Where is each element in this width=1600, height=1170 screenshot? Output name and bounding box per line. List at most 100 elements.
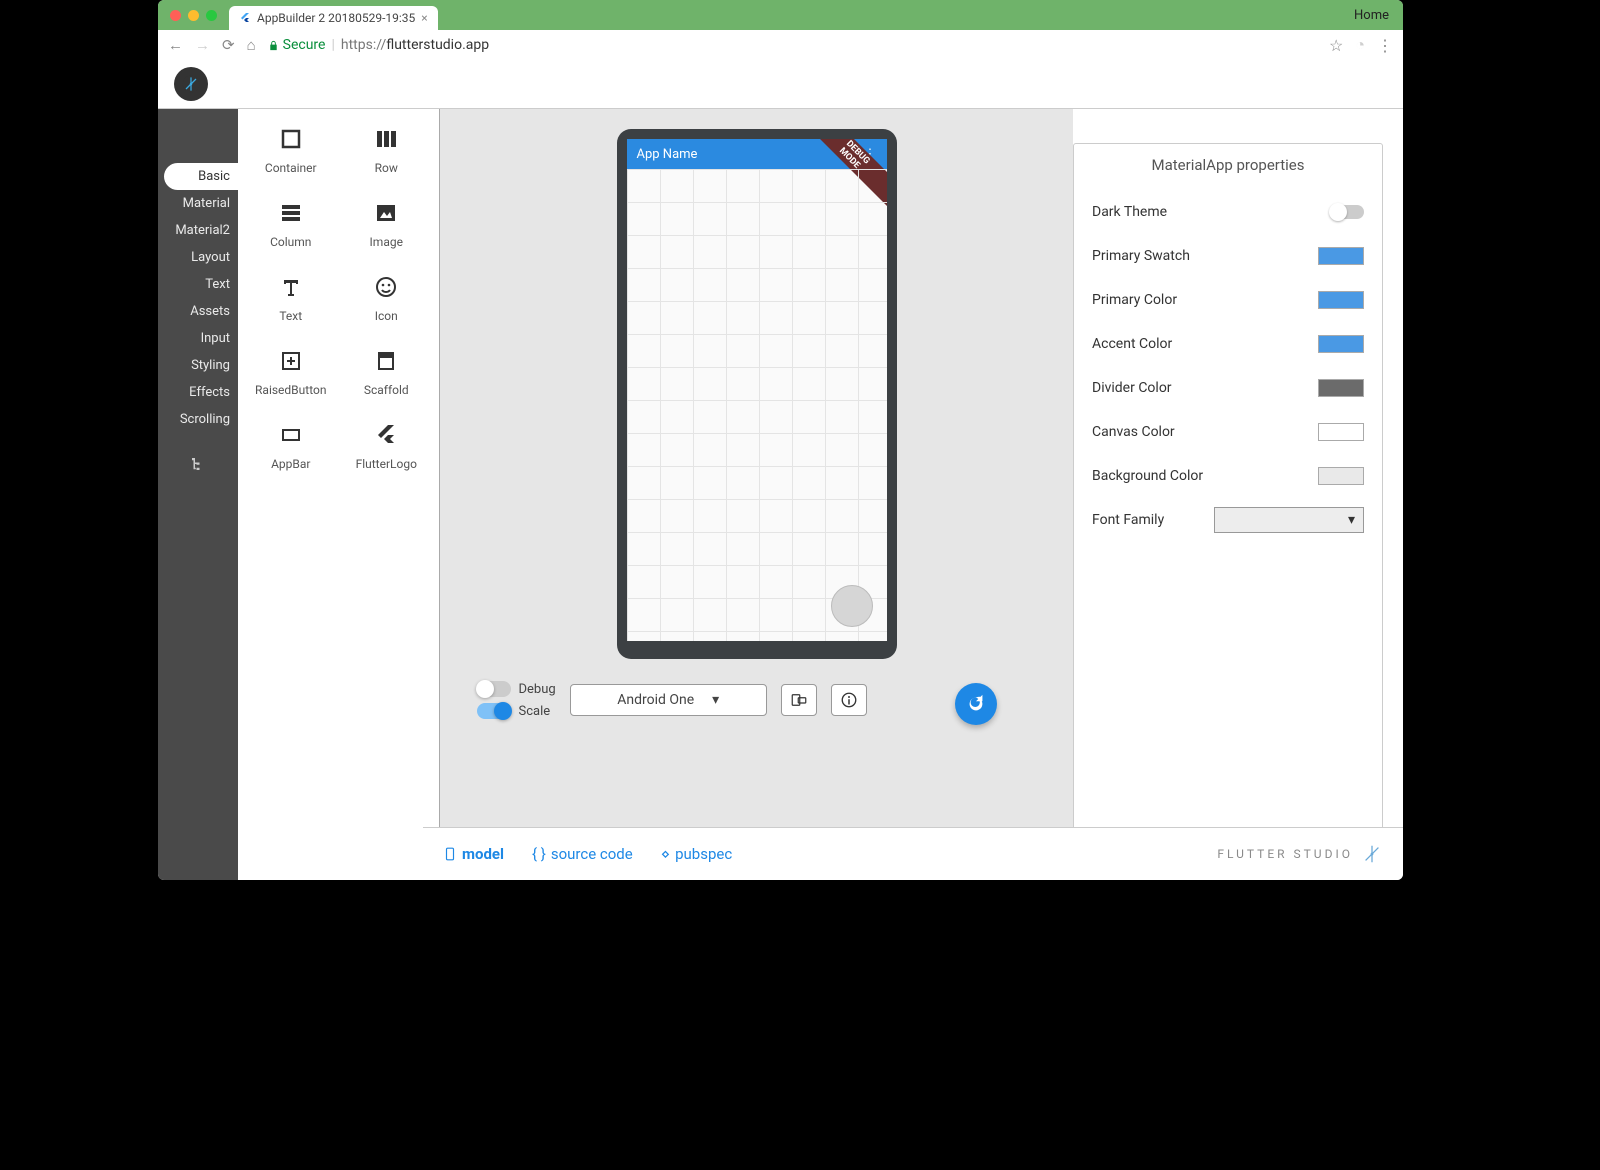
category-layout[interactable]: Layout	[158, 244, 238, 271]
primary-swatch-picker[interactable]	[1318, 247, 1364, 265]
category-effects[interactable]: Effects	[158, 379, 238, 406]
category-scrolling[interactable]: Scrolling	[158, 406, 238, 433]
maximize-window-icon[interactable]	[206, 10, 217, 21]
preview-app-title: App Name	[637, 147, 698, 162]
flutter-icon	[372, 421, 400, 449]
scale-label: Scale	[519, 704, 551, 719]
brand-label: FLUTTER STUDIO	[1217, 843, 1383, 865]
primary-color-picker[interactable]	[1318, 291, 1364, 309]
flutter-favicon-icon	[239, 12, 251, 24]
debug-label: Debug	[519, 682, 556, 697]
secure-badge: Secure	[268, 37, 326, 53]
back-button[interactable]: ←	[168, 36, 183, 54]
tag-icon: ⋄	[661, 845, 670, 863]
app-header	[158, 60, 1403, 109]
scale-toggle[interactable]	[477, 703, 511, 719]
preview-canvas: App Name ⋮ DEBUG MODE Debug	[440, 109, 1073, 880]
widget-text[interactable]: Text	[246, 273, 336, 323]
app-logo[interactable]	[174, 67, 208, 101]
category-input[interactable]: Input	[158, 325, 238, 352]
braces-icon: { }	[532, 845, 546, 863]
font-family-dropdown[interactable]: ▾	[1214, 507, 1364, 533]
extension-icon[interactable]: ◔	[1355, 35, 1365, 55]
home-link[interactable]: Home	[1354, 8, 1389, 23]
tab-model[interactable]: model	[443, 845, 504, 863]
category-material[interactable]: Material	[158, 190, 238, 217]
menu-icon[interactable]: ⋮	[1377, 36, 1393, 55]
compass-icon	[181, 74, 201, 94]
widget-column[interactable]: Column	[246, 199, 336, 249]
refresh-button[interactable]	[955, 683, 997, 725]
prop-background-color-label: Background Color	[1092, 468, 1203, 484]
device-frame: App Name ⋮ DEBUG MODE	[617, 129, 897, 659]
chevron-down-icon: ▾	[1348, 512, 1355, 528]
category-text[interactable]: Text	[158, 271, 238, 298]
reload-button[interactable]: ⟳	[222, 36, 235, 54]
device-screen[interactable]: App Name ⋮ DEBUG MODE	[627, 139, 887, 641]
category-basic[interactable]: Basic	[164, 163, 238, 190]
rotate-device-button[interactable]	[781, 684, 817, 716]
prop-font-family-label: Font Family	[1092, 512, 1164, 528]
rect-outline-icon	[277, 421, 305, 449]
minimize-window-icon[interactable]	[188, 10, 199, 21]
widget-icon[interactable]: Icon	[342, 273, 432, 323]
tree-icon[interactable]	[189, 455, 207, 473]
smile-icon	[372, 273, 400, 301]
tab-title: AppBuilder 2 20180529-19:35	[257, 11, 415, 25]
app-root: BasicMaterialMaterial2LayoutTextAssetsIn…	[158, 60, 1403, 880]
prop-divider-color-label: Divider Color	[1092, 380, 1172, 396]
rows-icon	[277, 199, 305, 227]
columns-icon	[372, 125, 400, 153]
text-icon	[277, 273, 305, 301]
browser-address-bar: ← → ⟳ ⌂ Secure | https://flutterstudio.a…	[158, 30, 1403, 61]
widget-appbar[interactable]: AppBar	[246, 421, 336, 471]
preview-fab[interactable]	[831, 585, 873, 627]
prop-primary-color-label: Primary Color	[1092, 292, 1177, 308]
divider-color-picker[interactable]	[1318, 379, 1364, 397]
forward-button[interactable]: →	[195, 36, 210, 54]
close-tab-icon[interactable]: ×	[421, 11, 427, 25]
url-text: https://flutterstudio.app	[341, 37, 489, 53]
browser-window: AppBuilder 2 20180529-19:35 × Home ← → ⟳…	[158, 0, 1403, 880]
compass-icon	[1361, 843, 1383, 865]
prop-canvas-color-label: Canvas Color	[1092, 424, 1175, 440]
category-material2[interactable]: Material2	[158, 217, 238, 244]
dark-theme-toggle[interactable]	[1330, 205, 1364, 219]
design-grid[interactable]	[627, 169, 887, 641]
prop-primary-swatch-label: Primary Swatch	[1092, 248, 1190, 264]
accent-color-picker[interactable]	[1318, 335, 1364, 353]
phone-icon	[443, 845, 457, 863]
bottom-tabs: model { } source code ⋄ pubspec FLUTTER …	[423, 827, 1403, 880]
square-icon	[277, 125, 305, 153]
widget-container[interactable]: Container	[246, 125, 336, 175]
window-controls	[166, 10, 225, 21]
home-button[interactable]: ⌂	[247, 36, 256, 54]
device-selector[interactable]: Android One ▾	[570, 684, 767, 716]
info-button[interactable]	[831, 684, 867, 716]
rect-top-icon	[372, 347, 400, 375]
lock-icon	[268, 40, 279, 51]
close-window-icon[interactable]	[170, 10, 181, 21]
category-rail: BasicMaterialMaterial2LayoutTextAssetsIn…	[158, 109, 238, 880]
refresh-icon	[965, 693, 987, 715]
widget-raisedbutton[interactable]: RaisedButton	[246, 347, 336, 397]
prop-accent-color-label: Accent Color	[1092, 336, 1172, 352]
category-styling[interactable]: Styling	[158, 352, 238, 379]
preview-controls: Debug Scale Android One ▾	[477, 675, 1037, 725]
widget-flutterlogo[interactable]: FlutterLogo	[342, 421, 432, 471]
url-field[interactable]: Secure | https://flutterstudio.app	[268, 37, 1317, 53]
debug-toggle[interactable]	[477, 681, 511, 697]
browser-tab-bar: AppBuilder 2 20180529-19:35 × Home	[158, 0, 1403, 30]
browser-tab[interactable]: AppBuilder 2 20180529-19:35 ×	[229, 6, 438, 30]
widget-palette: ContainerRowColumnImageTextIconRaisedBut…	[238, 109, 440, 880]
category-assets[interactable]: Assets	[158, 298, 238, 325]
canvas-color-picker[interactable]	[1318, 423, 1364, 441]
properties-panel: MaterialApp properties Dark Theme Primar…	[1073, 143, 1383, 860]
widget-image[interactable]: Image	[342, 199, 432, 249]
widget-scaffold[interactable]: Scaffold	[342, 347, 432, 397]
background-color-picker[interactable]	[1318, 467, 1364, 485]
tab-source-code[interactable]: { } source code	[532, 845, 633, 863]
widget-row[interactable]: Row	[342, 125, 432, 175]
bookmark-icon[interactable]: ☆	[1329, 36, 1343, 55]
tab-pubspec[interactable]: ⋄ pubspec	[661, 845, 732, 863]
